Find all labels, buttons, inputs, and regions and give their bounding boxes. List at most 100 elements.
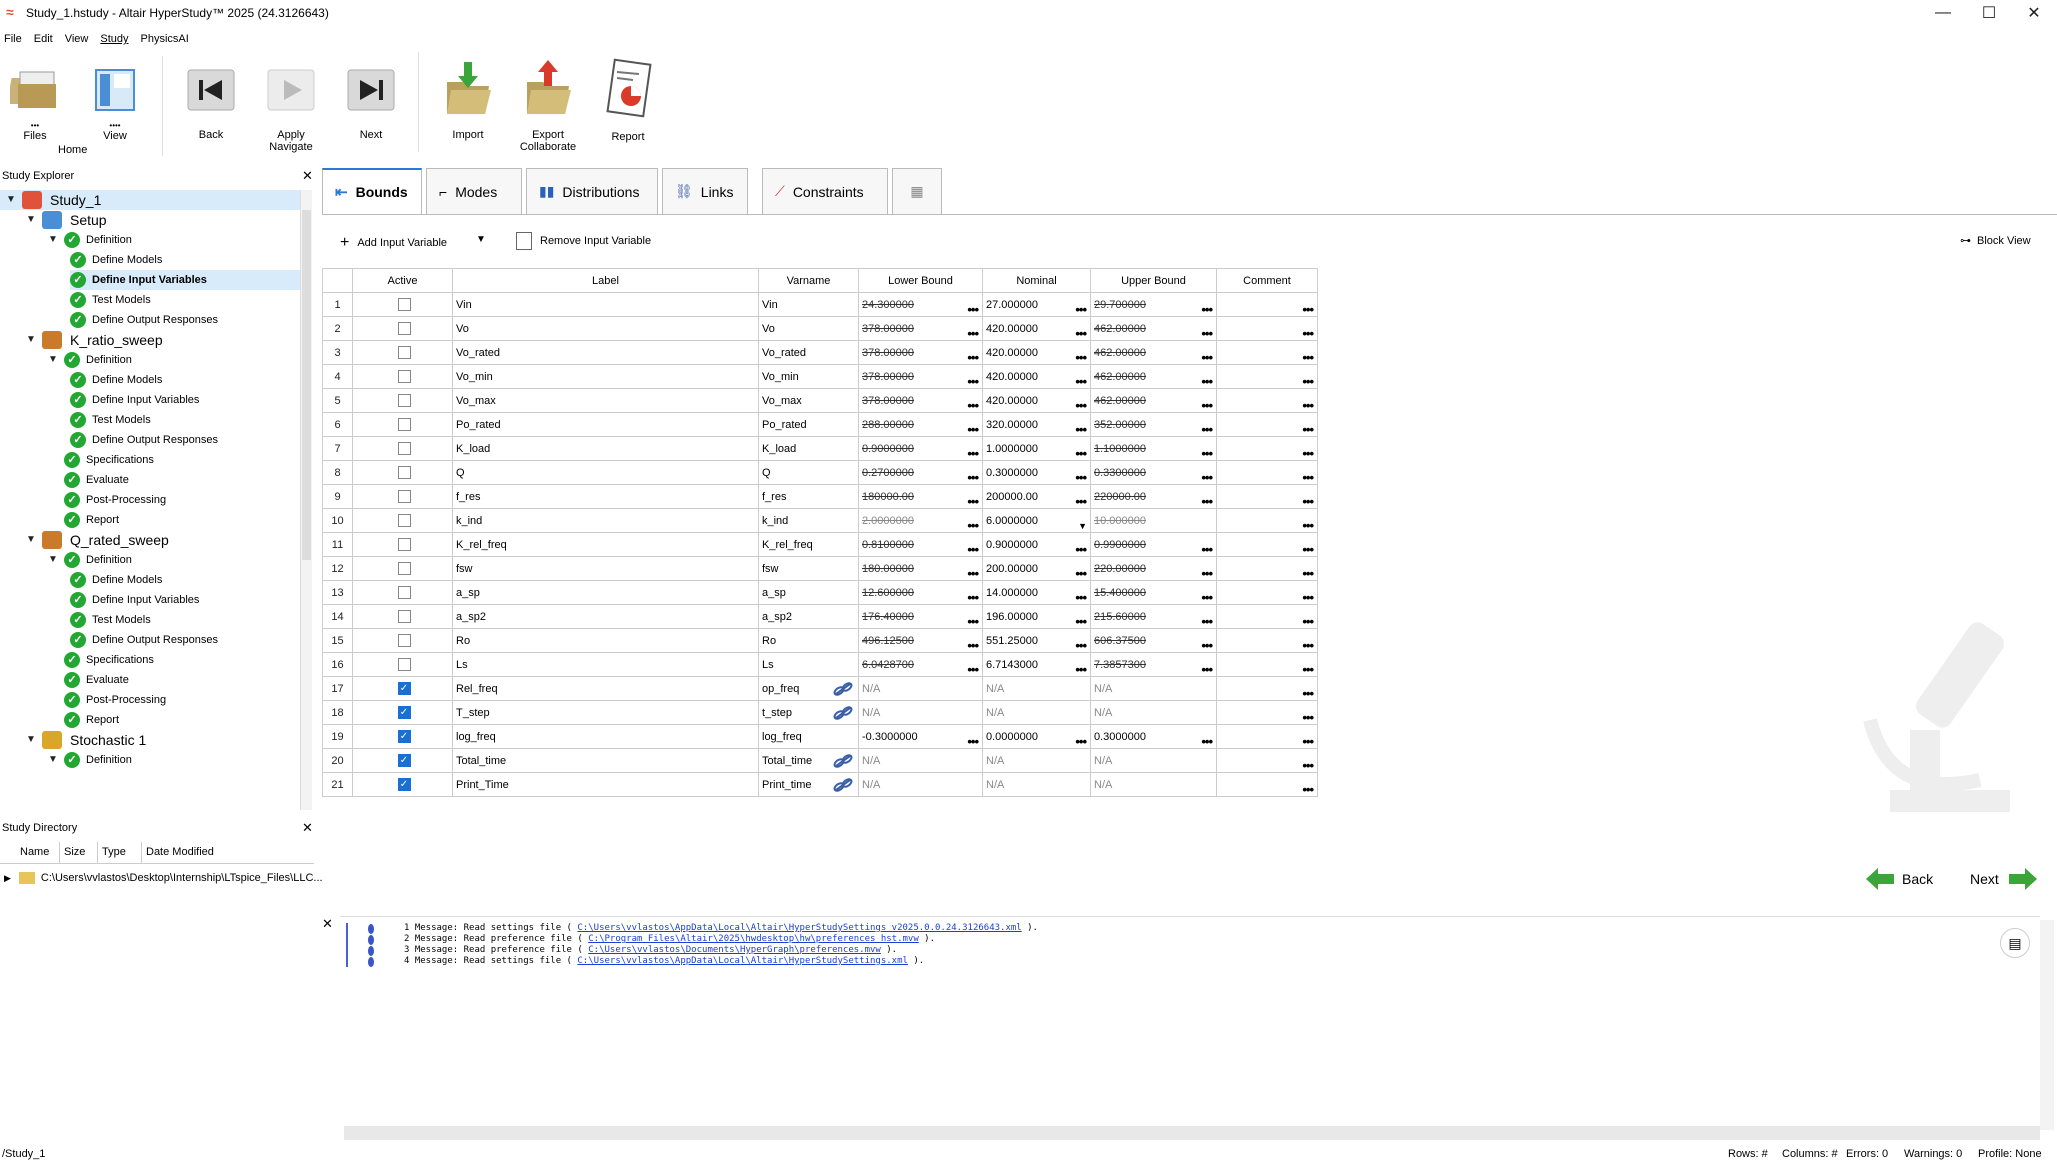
lower-bound-cell[interactable]: 2.0000000 ••• — [858, 508, 983, 533]
varname-cell[interactable]: t_step — [758, 700, 859, 725]
back-ribbon-button[interactable]: Back — [180, 66, 242, 141]
comment-cell[interactable]: ••• — [1216, 316, 1318, 341]
tab-distributions[interactable]: ▮▮ Distributions — [526, 168, 658, 214]
more-options-icon[interactable]: ••• — [967, 567, 979, 580]
more-options-icon[interactable]: ••• — [967, 543, 979, 556]
link-icon[interactable] — [832, 776, 854, 794]
tree-item[interactable]: ✓ Specifications — [48, 450, 154, 470]
varname-cell[interactable]: Ls — [758, 652, 859, 677]
active-cell[interactable] — [352, 316, 453, 341]
nominal-cell[interactable]: 196.00000 ••• — [982, 604, 1091, 629]
more-options-icon[interactable]: ••• — [1075, 639, 1087, 652]
label-cell[interactable]: Vo_max — [452, 388, 759, 413]
more-options-icon[interactable]: ••• — [1302, 639, 1314, 652]
lower-bound-cell[interactable]: 288.00000 ••• — [858, 412, 983, 437]
lower-bound-cell[interactable]: 378.00000 ••• — [858, 364, 983, 389]
table-row[interactable]: 5 Vo_max Vo_max 378.00000 ••• 420.00000 ••• 462… — [322, 388, 1318, 413]
label-cell[interactable]: f_res — [452, 484, 759, 509]
label-cell[interactable]: Rel_freq — [452, 676, 759, 701]
upper-bound-cell[interactable]: N/A — [1090, 748, 1217, 773]
upper-bound-cell[interactable]: 10.000000 — [1090, 508, 1217, 533]
comment-cell[interactable]: ••• — [1216, 412, 1318, 437]
more-options-icon[interactable]: ••• — [1201, 447, 1213, 460]
more-options-icon[interactable]: ••• — [1302, 711, 1314, 724]
more-options-icon[interactable]: ••• — [967, 303, 979, 316]
table-row[interactable]: 21 ✓ Print_Time Print_time N/A N/A N/A ••• — [322, 772, 1318, 797]
label-cell[interactable]: Q — [452, 460, 759, 485]
expand-icon[interactable]: ▶ — [4, 873, 11, 884]
comment-cell[interactable]: ••• — [1216, 292, 1318, 317]
active-cell[interactable] — [352, 436, 453, 461]
col-active[interactable]: Active — [352, 268, 453, 293]
menu-study[interactable]: Study — [94, 30, 134, 48]
upper-bound-cell[interactable]: 29.700000 ••• — [1090, 292, 1217, 317]
message-file-link[interactable]: C:\Users\vvlastos\AppData\Local\Altair\H… — [577, 956, 908, 966]
varname-cell[interactable]: Vo — [758, 316, 859, 341]
comment-cell[interactable]: ••• — [1216, 340, 1318, 365]
nominal-cell[interactable]: 420.00000 ••• — [982, 364, 1091, 389]
col-upper-bound[interactable]: Upper Bound — [1090, 268, 1217, 293]
files-button[interactable]: ••• Files — [4, 64, 66, 142]
active-checkbox[interactable]: ✓ — [397, 778, 411, 791]
more-options-icon[interactable]: ••• — [967, 663, 979, 676]
label-cell[interactable]: Vo_min — [452, 364, 759, 389]
table-row[interactable]: 20 ✓ Total_time Total_time N/A N/A N/A ••• — [322, 748, 1318, 773]
varname-cell[interactable]: f_res — [758, 484, 859, 509]
tree-item[interactable]: ✓ Test Models — [70, 290, 151, 310]
table-row[interactable]: 7 K_load K_load 0.9000000 ••• 1.0000000 ••• 1.1… — [322, 436, 1318, 461]
lower-bound-cell[interactable]: 0.2700000 ••• — [858, 460, 983, 485]
tree-item[interactable]: ✓ Define Output Responses — [70, 310, 218, 330]
lower-bound-cell[interactable]: 12.600000 ••• — [858, 580, 983, 605]
more-options-icon[interactable]: ••• — [967, 471, 979, 484]
varname-cell[interactable]: Print_time — [758, 772, 859, 797]
more-options-icon[interactable]: ••• — [1302, 303, 1314, 316]
more-options-icon[interactable]: ••• — [1201, 591, 1213, 604]
active-cell[interactable] — [352, 412, 453, 437]
active-cell[interactable]: ✓ — [352, 700, 453, 725]
more-options-icon[interactable]: ••• — [967, 615, 979, 628]
expand-toggle-icon[interactable]: ▼ — [48, 355, 58, 365]
more-options-icon[interactable]: ••• — [1302, 567, 1314, 580]
active-cell[interactable] — [352, 628, 453, 653]
label-cell[interactable]: Vo_rated — [452, 340, 759, 365]
upper-bound-cell[interactable]: 352.00000 ••• — [1090, 412, 1217, 437]
tab-more[interactable]: ▦ — [892, 168, 942, 214]
active-cell[interactable] — [352, 484, 453, 509]
comment-cell[interactable]: ••• — [1216, 460, 1318, 485]
active-checkbox[interactable] — [397, 610, 411, 623]
col-comment[interactable]: Comment — [1216, 268, 1318, 293]
tree-item[interactable]: ✓ Define Input Variables — [70, 270, 300, 290]
table-row[interactable]: 15 Ro Ro 496.12500 ••• 551.25000 ••• 606.37500 •… — [322, 628, 1318, 653]
nominal-cell[interactable]: 27.000000 ••• — [982, 292, 1091, 317]
menu-physicsai[interactable]: PhysicsAI — [135, 30, 195, 48]
active-checkbox[interactable] — [397, 634, 411, 647]
varname-cell[interactable]: Vo_max — [758, 388, 859, 413]
comment-cell[interactable]: ••• — [1216, 556, 1318, 581]
comment-cell[interactable]: ••• — [1216, 532, 1318, 557]
lower-bound-cell[interactable]: 24.300000 ••• — [858, 292, 983, 317]
varname-cell[interactable]: Q — [758, 460, 859, 485]
view-button[interactable]: •••• View — [84, 64, 146, 142]
varname-cell[interactable]: op_freq — [758, 676, 859, 701]
lower-bound-cell[interactable]: N/A — [858, 748, 983, 773]
more-options-icon[interactable]: ••• — [1201, 567, 1213, 580]
remove-input-variable-button[interactable]: Remove Input Variable — [516, 232, 651, 250]
tree-item[interactable]: ✓ Test Models — [70, 410, 151, 430]
more-options-icon[interactable]: ••• — [1302, 423, 1314, 436]
table-row[interactable]: 1 Vin Vin 24.300000 ••• 27.000000 ••• 29.700000… — [322, 292, 1318, 317]
tree-item[interactable]: ✓ Define Output Responses — [70, 430, 218, 450]
varname-cell[interactable]: Po_rated — [758, 412, 859, 437]
tree-item[interactable]: ✓ Report — [48, 710, 119, 730]
menu-edit[interactable]: Edit — [28, 30, 59, 48]
upper-bound-cell[interactable]: N/A — [1090, 700, 1217, 725]
lower-bound-cell[interactable]: N/A — [858, 676, 983, 701]
upper-bound-cell[interactable]: 220000.00 ••• — [1090, 484, 1217, 509]
more-options-icon[interactable]: ••• — [1302, 783, 1314, 796]
close-explorer-icon[interactable]: ✕ — [302, 168, 313, 184]
more-options-icon[interactable]: ••• — [967, 327, 979, 340]
varname-cell[interactable]: log_freq — [758, 724, 859, 749]
active-cell[interactable] — [352, 604, 453, 629]
upper-bound-cell[interactable]: 0.3300000 ••• — [1090, 460, 1217, 485]
nominal-cell[interactable]: N/A — [982, 772, 1091, 797]
label-cell[interactable]: Vo — [452, 316, 759, 341]
